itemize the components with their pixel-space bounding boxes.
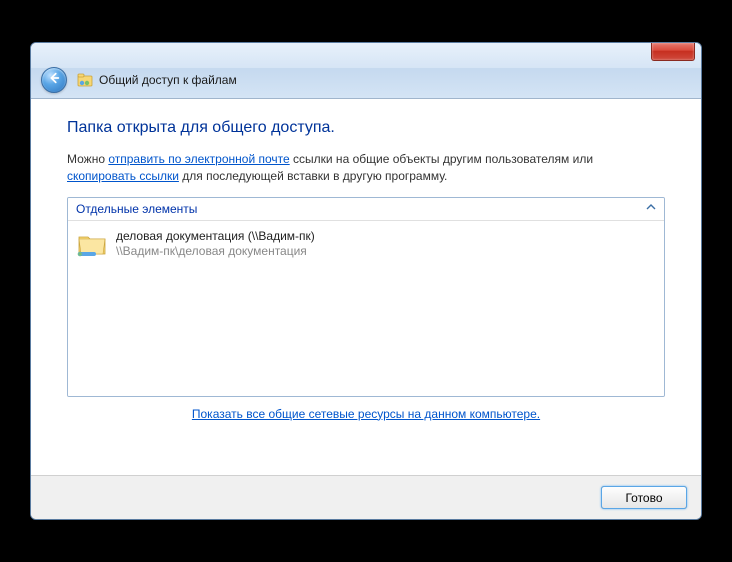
done-button[interactable]: Готово	[601, 486, 687, 509]
page-heading: Папка открыта для общего доступа.	[67, 119, 665, 137]
show-all-shares-link[interactable]: Показать все общие сетевые ресурсы на да…	[192, 407, 540, 421]
back-button[interactable]	[41, 67, 67, 93]
content-area: Папка открыта для общего доступа. Можно …	[31, 99, 701, 475]
group-header-label: Отдельные элементы	[76, 202, 197, 216]
item-path: \\Вадим-пк\деловая документация	[116, 244, 315, 260]
shared-folder-icon	[76, 229, 108, 261]
close-button[interactable]	[651, 43, 695, 61]
group-body: деловая документация (\\Вадим-пк) \\Вади…	[68, 221, 664, 396]
email-links-link[interactable]: отправить по электронной почте	[108, 152, 289, 166]
arrow-left-icon	[47, 71, 61, 88]
show-all-row: Показать все общие сетевые ресурсы на да…	[67, 407, 665, 421]
desc-mid: ссылки на общие объекты другим пользоват…	[290, 152, 593, 166]
group-header[interactable]: Отдельные элементы	[68, 198, 664, 221]
sharing-icon	[77, 72, 93, 88]
footer: Готово	[31, 475, 701, 519]
shared-items-group: Отдельные элементы	[67, 197, 665, 397]
desc-pre: Можно	[67, 152, 108, 166]
title-row: Общий доступ к файлам	[37, 67, 237, 93]
wizard-window: Общий доступ к файлам Папка открыта для …	[30, 42, 702, 520]
copy-links-link[interactable]: скопировать ссылки	[67, 169, 179, 183]
item-text: деловая документация (\\Вадим-пк) \\Вади…	[116, 229, 315, 260]
item-title: деловая документация (\\Вадим-пк)	[116, 229, 315, 245]
list-item[interactable]: деловая документация (\\Вадим-пк) \\Вади…	[76, 227, 656, 263]
window-title: Общий доступ к файлам	[99, 73, 237, 87]
description-text: Можно отправить по электронной почте ссы…	[67, 151, 665, 185]
titlebar: Общий доступ к файлам	[31, 43, 701, 99]
desc-post: для последующей вставки в другую програм…	[179, 169, 447, 183]
chevron-up-icon	[646, 202, 656, 215]
